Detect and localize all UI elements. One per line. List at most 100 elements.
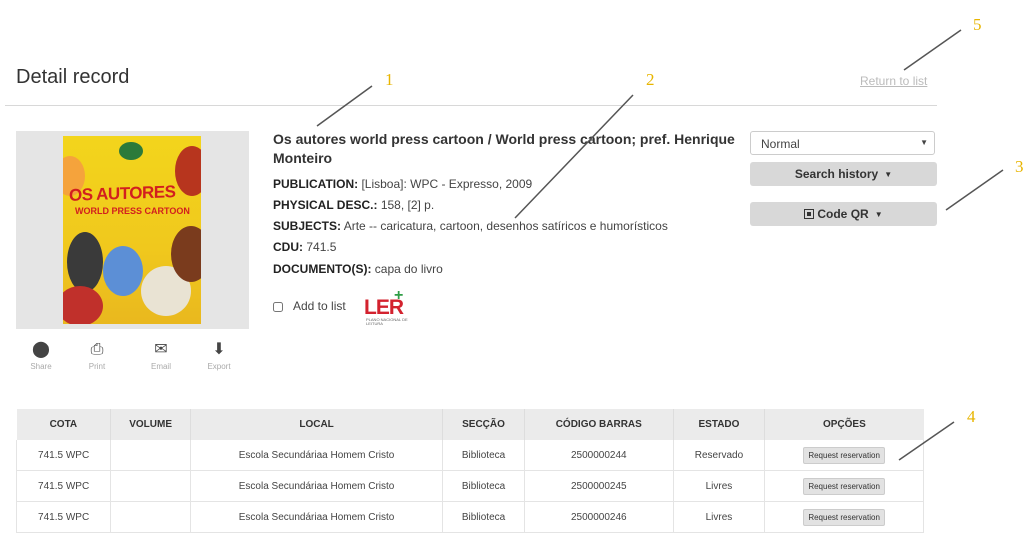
- code-qr-label: Code QR: [817, 207, 869, 221]
- table-row: 741.5 WPC Escola Secundáriaa Homem Crist…: [15, 440, 924, 471]
- annotation-number-5: 5: [973, 15, 982, 34]
- caret-down-icon: ▼: [884, 170, 893, 179]
- cell-cota: 741.5 WPC: [15, 501, 112, 533]
- code-qr-button[interactable]: Code QR ▼: [750, 202, 937, 226]
- ler-logo: LER + PLANO NACIONAL DE LEITURA: [364, 287, 416, 326]
- cell-seccao: Biblioteca: [442, 470, 525, 502]
- cell-volume: [110, 501, 191, 533]
- export-label: Export: [207, 362, 231, 371]
- column-header: LOCAL: [190, 409, 444, 440]
- field-label: PHYSICAL DESC.:: [273, 198, 378, 212]
- annotation-line-3: [945, 169, 1004, 211]
- cell-seccao: Biblioteca: [442, 440, 525, 471]
- annotation-line-1: [316, 85, 373, 127]
- field-value: 741.5: [306, 240, 337, 254]
- cover-logo: [119, 142, 143, 160]
- cover-subtitle: WORLD PRESS CARTOON: [75, 206, 190, 216]
- field-label: CDU:: [273, 240, 303, 254]
- annotation-number-1: 1: [385, 70, 394, 89]
- print-label: Print: [88, 362, 106, 371]
- book-cover-image[interactable]: OS AUTORES WORLD PRESS CARTOON: [63, 136, 201, 324]
- cell-opcoes: Request reservation: [764, 470, 924, 502]
- column-header: COTA: [16, 409, 112, 440]
- field-value: capa do livro: [374, 262, 443, 276]
- return-to-list-link[interactable]: Return to list: [860, 74, 927, 88]
- email-icon: ✉: [154, 341, 168, 358]
- caret-down-icon: ▼: [874, 210, 883, 219]
- annotation-line-5: [903, 29, 962, 71]
- field-value: [Lisboa]: WPC - Expresso, 2009: [361, 177, 533, 191]
- search-history-button[interactable]: Search history ▼: [750, 162, 937, 186]
- request-reservation-button[interactable]: Request reservation: [803, 446, 885, 464]
- print-button[interactable]: ⎙ Print: [77, 340, 117, 371]
- search-history-label: Search history: [794, 167, 879, 181]
- cell-codigo-barras: 2500000246: [524, 501, 674, 533]
- export-button[interactable]: ⬇ Export: [199, 340, 239, 371]
- table-header-row: COTA VOLUME LOCAL SECÇÃO CÓDIGO BARRAS E…: [16, 409, 924, 440]
- cell-cota: 741.5 WPC: [15, 470, 112, 502]
- field-value: 158, [2] p.: [380, 198, 435, 212]
- column-header: VOLUME: [110, 409, 191, 440]
- add-to-list-checkbox[interactable]: [273, 302, 283, 312]
- field-publication: PUBLICATION: [Lisboa]: WPC - Expresso, 2…: [273, 177, 532, 191]
- download-icon: ⬇: [212, 341, 226, 358]
- cover-art-shape: [103, 246, 143, 296]
- field-label: PUBLICATION:: [273, 177, 359, 191]
- share-button[interactable]: ⬤ Share: [21, 340, 61, 371]
- field-value: Arte -- caricatura, cartoon, desenhos sa…: [343, 219, 668, 233]
- cell-estado: Reservado: [673, 440, 766, 471]
- column-header: ESTADO: [673, 409, 766, 440]
- share-icon: ⬤: [32, 341, 50, 358]
- email-label: Email: [150, 362, 171, 371]
- cell-local: Escola Secundáriaa Homem Cristo: [190, 470, 444, 502]
- field-cdu: CDU: 741.5: [273, 240, 336, 254]
- cell-estado: Livres: [673, 501, 766, 533]
- cell-seccao: Biblioteca: [442, 501, 525, 533]
- cell-estado: Livres: [673, 470, 766, 502]
- cover-art-shape: [63, 286, 103, 324]
- cell-opcoes: Request reservation: [764, 501, 924, 533]
- field-subjects: SUBJECTS: Arte -- caricatura, cartoon, d…: [273, 219, 668, 233]
- chevron-down-icon: ▼: [920, 138, 928, 147]
- cell-opcoes: Request reservation: [764, 440, 924, 471]
- qr-code-icon: [804, 209, 815, 219]
- annotation-number-3: 3: [1015, 157, 1024, 176]
- cell-volume: [110, 440, 191, 471]
- record-title: Os autores world press cartoon / World p…: [273, 131, 735, 166]
- email-button[interactable]: ✉ Email: [141, 340, 181, 371]
- field-physical-desc: PHYSICAL DESC.: 158, [2] p.: [273, 198, 434, 212]
- share-label: Share: [30, 362, 52, 371]
- column-header: OPÇÕES: [764, 409, 924, 440]
- holdings-table: COTA VOLUME LOCAL SECÇÃO CÓDIGO BARRAS E…: [15, 409, 924, 533]
- add-to-list[interactable]: Add to list: [273, 299, 346, 313]
- request-reservation-button[interactable]: Request reservation: [803, 477, 885, 495]
- cell-codigo-barras: 2500000245: [524, 470, 674, 502]
- cover-container: OS AUTORES WORLD PRESS CARTOON: [16, 131, 249, 329]
- request-reservation-button[interactable]: Request reservation: [803, 508, 885, 526]
- format-select-value: Normal: [761, 137, 800, 151]
- format-select[interactable]: Normal ▼: [750, 131, 935, 155]
- annotation-number-2: 2: [646, 70, 655, 89]
- field-documentos: DOCUMENTO(S): capa do livro: [273, 262, 443, 276]
- ler-logo-plus: +: [394, 287, 404, 304]
- column-header: SECÇÃO: [442, 409, 525, 440]
- cell-codigo-barras: 2500000244: [524, 440, 674, 471]
- header-divider: [5, 105, 937, 106]
- cell-volume: [110, 470, 191, 502]
- cover-art-shape: [175, 146, 201, 196]
- field-label: SUBJECTS:: [273, 219, 342, 233]
- cell-local: Escola Secundáriaa Homem Cristo: [190, 501, 444, 533]
- annotation-number-4: 4: [967, 407, 976, 426]
- ler-logo-subtext: PLANO NACIONAL DE LEITURA: [366, 317, 408, 326]
- cover-art-shape: [67, 232, 103, 292]
- add-to-list-label: Add to list: [293, 299, 346, 313]
- column-header: CÓDIGO BARRAS: [524, 409, 674, 440]
- page-title: Detail record: [16, 66, 130, 88]
- cell-local: Escola Secundáriaa Homem Cristo: [190, 440, 444, 471]
- table-row: 741.5 WPC Escola Secundáriaa Homem Crist…: [15, 501, 924, 533]
- print-icon: ⎙: [90, 341, 104, 358]
- field-label: DOCUMENTO(S):: [273, 262, 372, 276]
- table-row: 741.5 WPC Escola Secundáriaa Homem Crist…: [15, 470, 924, 502]
- cell-cota: 741.5 WPC: [15, 440, 112, 471]
- cover-title: OS AUTORES: [69, 182, 176, 205]
